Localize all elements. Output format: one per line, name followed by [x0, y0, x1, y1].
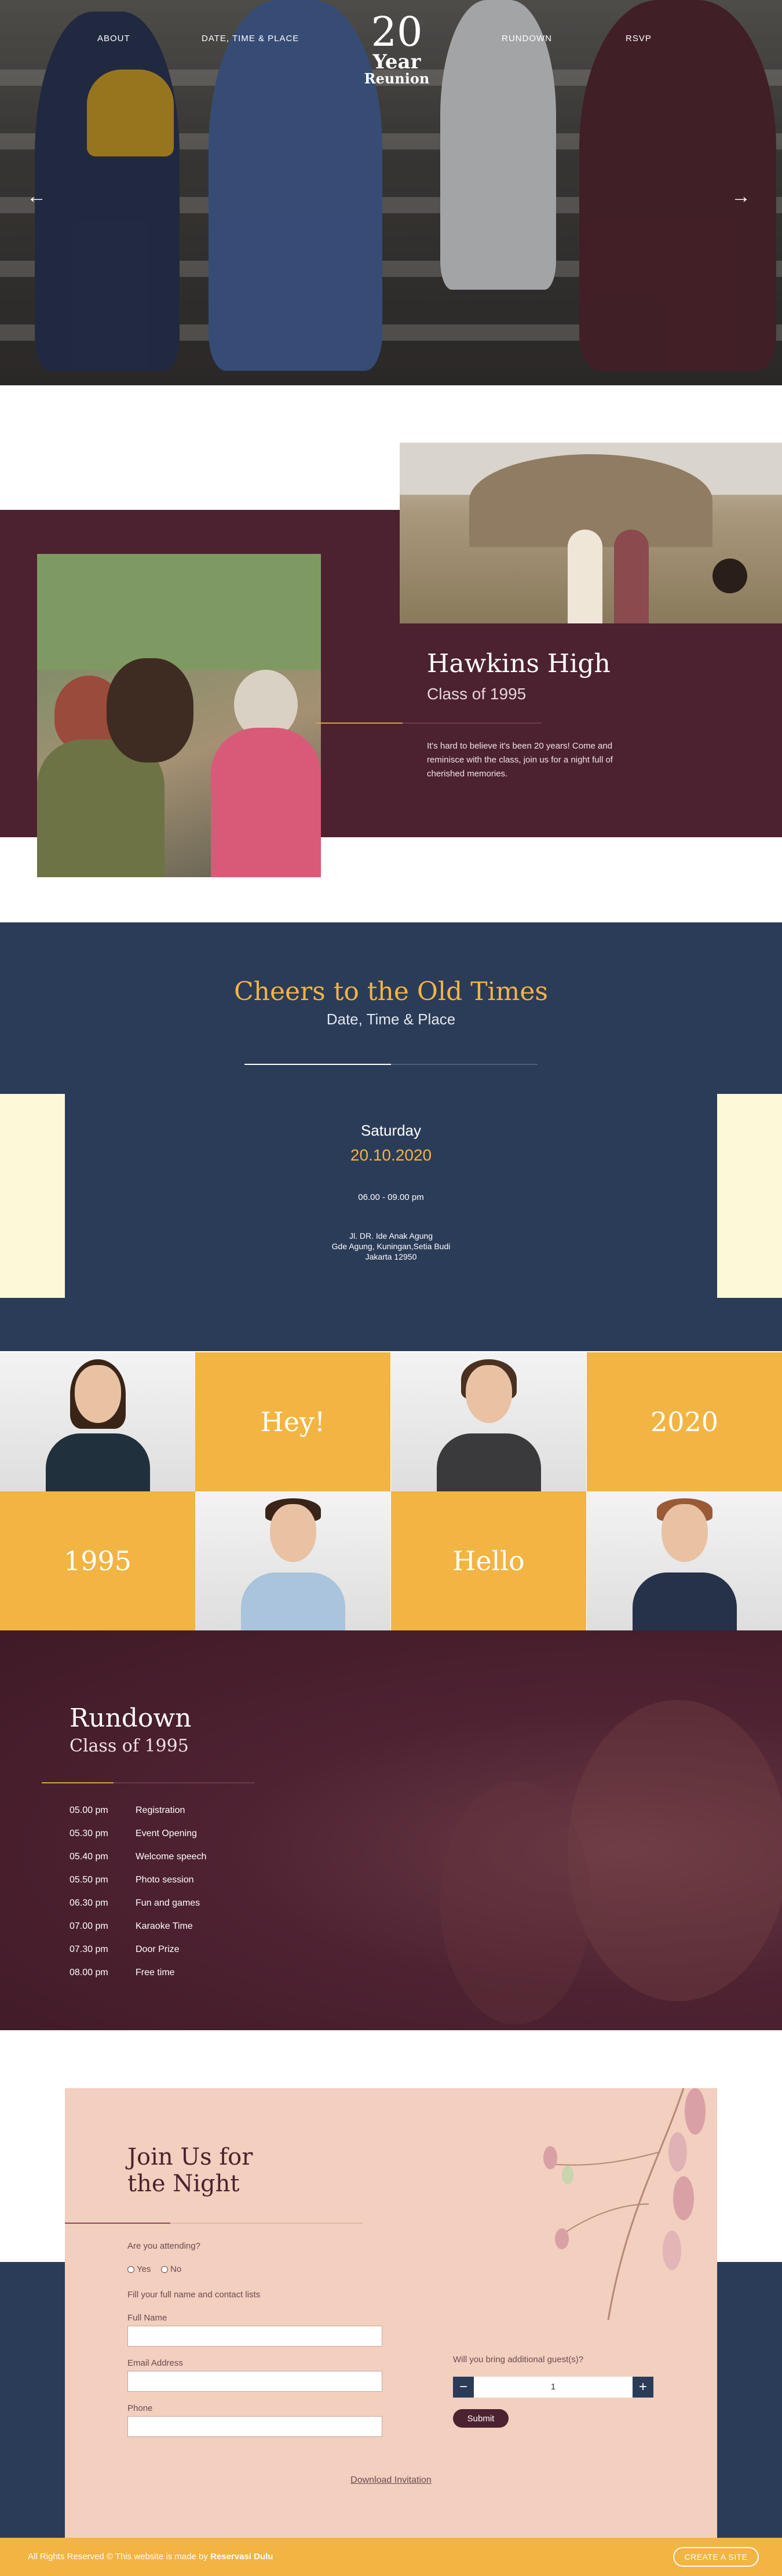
- footer-copyright: All Rights Reserved © This website is ma…: [28, 2552, 211, 2562]
- submit-button[interactable]: Submit: [453, 2409, 509, 2428]
- email-label: Email Address: [127, 2358, 183, 2368]
- rsvp-title-line: the Night: [127, 2170, 240, 2197]
- footer-brand-link[interactable]: Reservasi Dulu: [210, 2552, 273, 2562]
- rsvp-divider: [65, 2223, 363, 2224]
- attending-label: Are you attending?: [127, 2241, 200, 2251]
- plus-icon[interactable]: +: [633, 2377, 653, 2398]
- radio-circle-icon[interactable]: [127, 2265, 134, 2273]
- arrow-left-icon[interactable]: ←: [27, 185, 46, 208]
- event-date: 20.10.2020: [350, 1146, 432, 1164]
- create-site-button[interactable]: CREATE A SITE: [673, 2547, 759, 2567]
- nav-rundown[interactable]: RUNDOWN: [502, 34, 552, 43]
- event-address: Jl. DR. Ide Anak Agung Gde Agung, Kuning…: [0, 1231, 782, 1262]
- rundown-subtitle: Class of 1995: [70, 1736, 189, 1756]
- footer: All Rights Reserved © This website is ma…: [0, 2538, 782, 2576]
- radio-circle-icon[interactable]: [161, 2265, 168, 2273]
- grid-photo: [195, 1491, 390, 1630]
- nav-date-time-place[interactable]: DATE, TIME & PLACE: [202, 34, 299, 43]
- phone-field[interactable]: [127, 2416, 382, 2437]
- site-logo[interactable]: 20 Year Reunion: [348, 12, 446, 86]
- grid-word: 2020: [587, 1352, 782, 1491]
- arrow-right-icon[interactable]: →: [731, 185, 751, 208]
- radio-no-label: No: [170, 2264, 182, 2274]
- about-photo-field: [400, 443, 782, 623]
- photo-grid: Hey! 2020 1995 Hello: [0, 1352, 782, 1630]
- grid-word: Hello: [391, 1491, 586, 1630]
- rundown-time: 05.30 pm: [70, 1829, 108, 1838]
- guests-label: Will you bring additional guest(s)?: [453, 2355, 584, 2365]
- logo-reunion: Reunion: [364, 70, 430, 87]
- guests-value[interactable]: 1: [474, 2377, 633, 2398]
- rundown-time: 08.00 pm: [70, 1968, 108, 1977]
- about-title: Hawkins High: [427, 649, 611, 678]
- rundown-event: Photo session: [136, 1875, 194, 1885]
- address-line: Jl. DR. Ide Anak Agung: [349, 1231, 433, 1240]
- magnolia-illustration: [543, 2088, 706, 2320]
- grid-photo: [0, 1352, 195, 1491]
- full-name-field[interactable]: [127, 2326, 382, 2347]
- radio-no[interactable]: No: [161, 2264, 181, 2274]
- logo-number: 20: [371, 8, 423, 56]
- rundown-event: Event Opening: [136, 1829, 197, 1838]
- nav-rsvp[interactable]: RSVP: [626, 34, 652, 43]
- logo-year: Year: [372, 50, 421, 74]
- rundown-time: 07.00 pm: [70, 1921, 108, 1931]
- contact-label: Fill your full name and contact lists: [127, 2290, 261, 2300]
- rundown-event: Door Prize: [136, 1944, 180, 1954]
- event-day: Saturday: [360, 1122, 422, 1139]
- rundown-time: 07.30 pm: [70, 1944, 108, 1954]
- radio-yes[interactable]: Yes: [127, 2264, 151, 2274]
- hero-banner: ABOUT DATE, TIME & PLACE RUNDOWN RSVP 20…: [0, 0, 782, 385]
- cheers-divider: [244, 1064, 538, 1065]
- rundown-divider: [42, 1782, 255, 1783]
- about-text: It's hard to believe it's been 20 years!…: [427, 741, 613, 779]
- minus-icon[interactable]: −: [453, 2377, 474, 2398]
- rundown-event: Karaoke Time: [136, 1921, 193, 1931]
- rundown-event: Welcome speech: [136, 1852, 207, 1862]
- rundown-time: 06.30 pm: [70, 1898, 108, 1908]
- guests-stepper[interactable]: − 1 +: [453, 2377, 653, 2398]
- cheers-subtitle: Date, Time & Place: [326, 1010, 456, 1028]
- rundown-time: 05.40 pm: [70, 1852, 108, 1862]
- about-divider: [316, 723, 542, 724]
- download-invitation-link[interactable]: Download Invitation: [0, 2475, 782, 2486]
- phone-label: Phone: [127, 2403, 153, 2413]
- rundown-time: 05.50 pm: [70, 1875, 108, 1885]
- nav-about[interactable]: ABOUT: [97, 34, 130, 43]
- rsvp-title: Join Us for the Night: [127, 2144, 253, 2197]
- grid-word: 1995: [0, 1491, 195, 1630]
- radio-yes-label: Yes: [137, 2264, 151, 2274]
- rundown-event: Free time: [136, 1968, 175, 1977]
- rundown-title: Rundown: [70, 1703, 192, 1733]
- address-line: Jakarta 12950: [365, 1252, 417, 1261]
- rsvp-title-line: Join Us for: [127, 2144, 253, 2170]
- rundown-event: Fun and games: [136, 1898, 200, 1908]
- rundown-time: 05.00 pm: [70, 1805, 108, 1815]
- about-photo-friends: [37, 554, 321, 877]
- rundown-event: Registration: [136, 1805, 185, 1815]
- grid-photo: [391, 1352, 586, 1491]
- footer-text: All Rights Reserved © This website is ma…: [28, 2552, 273, 2562]
- full-name-label: Full Name: [127, 2313, 167, 2323]
- grid-word: Hey!: [195, 1352, 390, 1491]
- email-field[interactable]: [127, 2371, 382, 2392]
- cheers-title: Cheers to the Old Times: [234, 977, 548, 1006]
- about-subtitle: Class of 1995: [427, 685, 527, 703]
- grid-photo: [587, 1491, 782, 1630]
- address-line: Gde Agung, Kuningan,Setia Budi: [331, 1242, 451, 1251]
- event-time: 06.00 - 09.00 pm: [358, 1192, 424, 1202]
